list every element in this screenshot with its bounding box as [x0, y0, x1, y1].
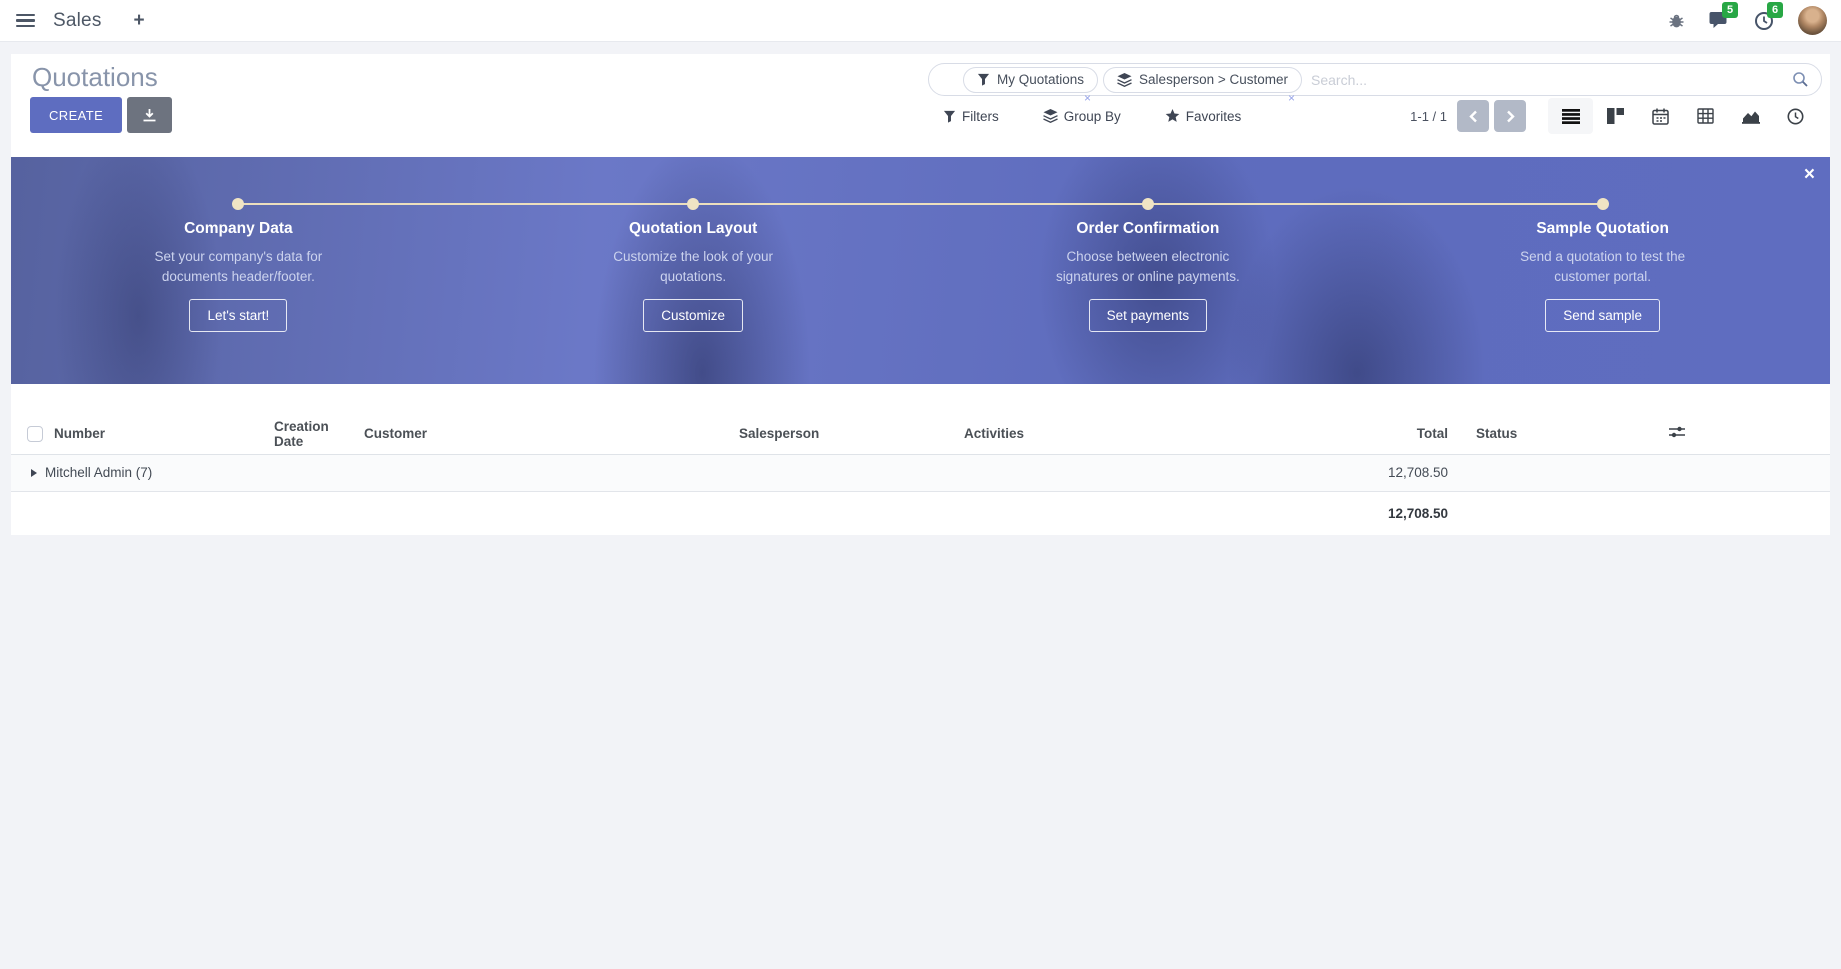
group-row-mitchell-admin[interactable]: Mitchell Admin (7) 12,708.50 — [11, 454, 1830, 491]
activity-view-button[interactable] — [1773, 98, 1818, 134]
view-switcher — [1548, 98, 1818, 134]
chevron-right-icon — [1506, 110, 1515, 123]
group-label: Mitchell Admin (7) — [45, 465, 152, 480]
calendar-view-icon — [1652, 108, 1669, 125]
lets-start-button[interactable]: Let's start! — [189, 299, 287, 332]
list-header-row: Number Creation Date Customer Salesperso… — [11, 414, 1830, 454]
pager-next-button[interactable] — [1494, 100, 1526, 132]
group-by-icon — [1117, 73, 1132, 87]
facet-label: My Quotations — [997, 72, 1084, 87]
search-icon[interactable] — [1792, 71, 1809, 88]
messages-count-badge: 5 — [1722, 2, 1738, 18]
pivot-view-button[interactable] — [1683, 98, 1728, 134]
onboarding-step-order-confirmation: Order Confirmation Choose between electr… — [921, 157, 1376, 384]
step-description: Customize the look of your quotations. — [596, 247, 791, 286]
user-avatar[interactable] — [1798, 6, 1827, 35]
step-title: Quotation Layout — [629, 220, 757, 238]
group-by-button[interactable]: Group By — [1043, 109, 1121, 124]
column-header-number[interactable]: Number — [46, 414, 266, 454]
step-description: Choose between electronic signatures or … — [1050, 247, 1245, 286]
create-button[interactable]: CREATE — [30, 97, 122, 133]
list-view-button[interactable] — [1548, 98, 1593, 134]
filter-icon — [977, 73, 990, 86]
column-header-total[interactable]: Total — [1281, 414, 1456, 454]
step-dot-icon — [687, 198, 699, 210]
column-header-creation-date[interactable]: Creation Date — [266, 414, 356, 454]
calendar-view-button[interactable] — [1638, 98, 1683, 134]
activity-view-icon — [1787, 108, 1804, 125]
group-by-icon — [1043, 109, 1058, 123]
top-navbar: Sales + 5 6 — [0, 0, 1841, 42]
pivot-view-icon — [1697, 108, 1714, 124]
onboarding-step-quotation-layout: Quotation Layout Customize the look of y… — [466, 157, 921, 384]
filters-button[interactable]: Filters — [943, 109, 999, 124]
filter-icon — [943, 110, 956, 123]
onboarding-step-sample-quotation: Sample Quotation Send a quotation to tes… — [1375, 157, 1830, 384]
optional-columns-icon[interactable] — [1669, 425, 1685, 439]
onboarding-step-company-data: Company Data Set your company's data for… — [11, 157, 466, 384]
list-view-icon — [1562, 109, 1580, 124]
facet-label: Salesperson > Customer — [1139, 72, 1288, 87]
expand-caret-icon — [31, 469, 37, 477]
search-facet-my-quotations[interactable]: My Quotations × — [963, 67, 1098, 93]
group-by-label: Group By — [1064, 109, 1121, 124]
favorites-label: Favorites — [1186, 109, 1242, 124]
chevron-left-icon — [1469, 110, 1478, 123]
onboarding-banner: × Company Data Set your company's data f… — [11, 157, 1830, 384]
star-icon — [1165, 109, 1180, 123]
send-sample-button[interactable]: Send sample — [1545, 299, 1660, 332]
graph-view-icon — [1742, 109, 1760, 124]
download-icon — [142, 108, 157, 123]
step-title: Sample Quotation — [1536, 220, 1669, 238]
list-footer-row: 12,708.50 — [11, 491, 1830, 535]
control-panel: Quotations CREATE My Quotations × — [11, 54, 1830, 157]
step-title: Company Data — [184, 220, 293, 238]
quotations-list: Number Creation Date Customer Salesperso… — [11, 414, 1830, 535]
pager-previous-button[interactable] — [1457, 100, 1489, 132]
customize-button[interactable]: Customize — [643, 299, 743, 332]
step-title: Order Confirmation — [1076, 220, 1219, 238]
kanban-view-button[interactable] — [1593, 98, 1638, 134]
kanban-view-icon — [1607, 108, 1624, 124]
apps-menu-icon[interactable] — [14, 10, 37, 32]
set-payments-button[interactable]: Set payments — [1089, 299, 1208, 332]
search-facet-groupby[interactable]: Salesperson > Customer × — [1103, 67, 1302, 93]
optional-columns-header — [1661, 414, 1830, 454]
plus-icon[interactable]: + — [134, 11, 145, 30]
step-dot-icon — [1142, 198, 1154, 210]
favorites-button[interactable]: Favorites — [1165, 109, 1242, 124]
app-name[interactable]: Sales — [53, 10, 102, 32]
debug-bug-icon[interactable] — [1668, 12, 1685, 29]
filters-label: Filters — [962, 109, 999, 124]
column-header-salesperson[interactable]: Salesperson — [731, 414, 956, 454]
column-header-activities[interactable]: Activities — [956, 414, 1281, 454]
step-description: Set your company's data for documents he… — [141, 247, 336, 286]
export-button[interactable] — [127, 97, 172, 133]
step-dot-icon — [1597, 198, 1609, 210]
group-total: 12,708.50 — [1281, 454, 1456, 491]
activities-clock-icon[interactable]: 6 — [1754, 11, 1774, 31]
graph-view-button[interactable] — [1728, 98, 1773, 134]
step-dot-icon — [232, 198, 244, 210]
pager-value[interactable]: 1-1 / 1 — [1410, 109, 1447, 124]
step-description: Send a quotation to test the customer po… — [1505, 247, 1700, 286]
column-header-status[interactable]: Status — [1456, 414, 1661, 454]
search-bar[interactable]: My Quotations × Salesperson > Customer ×… — [928, 63, 1822, 96]
page-title: Quotations — [32, 62, 158, 93]
footer-total: 12,708.50 — [1281, 491, 1456, 535]
select-all-checkbox[interactable] — [27, 426, 43, 442]
messages-icon[interactable]: 5 — [1709, 11, 1730, 30]
activities-count-badge: 6 — [1767, 2, 1783, 18]
column-header-customer[interactable]: Customer — [356, 414, 731, 454]
search-placeholder: Search... — [1311, 72, 1792, 88]
main-panel: Quotations CREATE My Quotations × — [11, 54, 1830, 535]
